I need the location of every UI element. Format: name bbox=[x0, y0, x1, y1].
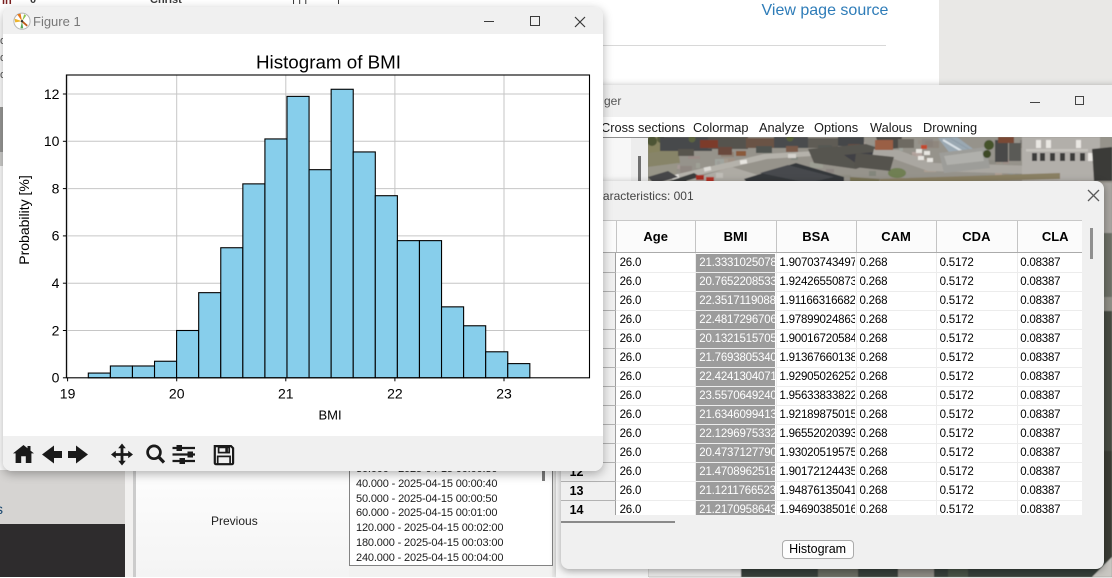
svg-text:Probability [%]: Probability [%] bbox=[16, 175, 32, 264]
svg-text:10: 10 bbox=[44, 133, 60, 149]
svg-text:8: 8 bbox=[52, 180, 60, 196]
svg-text:6: 6 bbox=[52, 228, 60, 244]
svg-text:Histogram of BMI: Histogram of BMI bbox=[256, 52, 401, 73]
svg-text:2: 2 bbox=[52, 322, 60, 338]
svg-text:4: 4 bbox=[52, 275, 60, 291]
svg-text:12: 12 bbox=[44, 86, 60, 102]
svg-text:22: 22 bbox=[387, 385, 403, 401]
svg-text:23: 23 bbox=[496, 385, 512, 401]
svg-text:BMI: BMI bbox=[318, 408, 341, 423]
svg-text:20: 20 bbox=[169, 385, 185, 401]
svg-text:0: 0 bbox=[52, 370, 60, 386]
svg-text:21: 21 bbox=[278, 385, 294, 401]
svg-text:19: 19 bbox=[60, 385, 76, 401]
